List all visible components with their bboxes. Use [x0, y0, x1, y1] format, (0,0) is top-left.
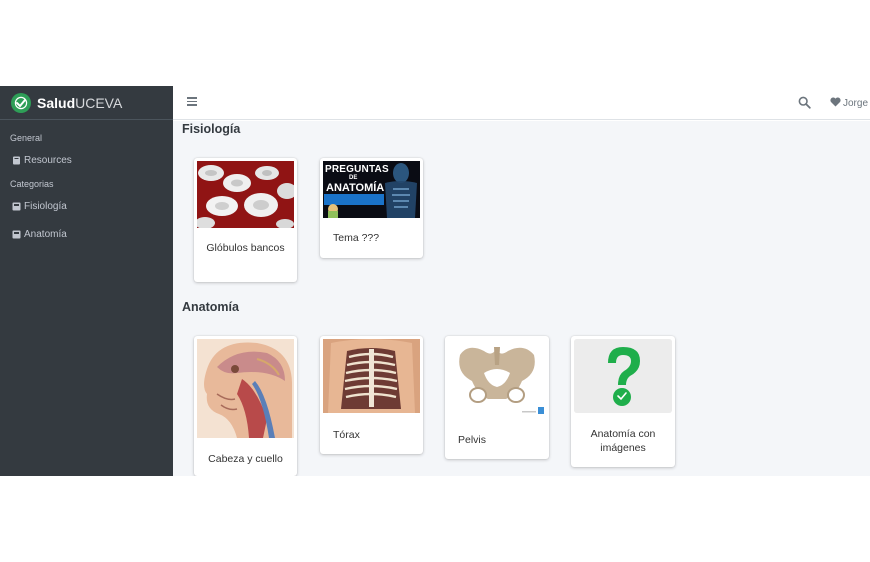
brand-name: SaludUCEVA [37, 95, 122, 111]
topbar: Jorge [173, 86, 870, 120]
thumb-text-2: DE [349, 175, 358, 181]
category-icon [12, 202, 21, 211]
sidebar-item-label: Resources [24, 154, 72, 166]
app-frame: SaludUCEVA General Resources Categorias … [0, 86, 870, 476]
card-thumbnail: PREGUNTAS DE ANATOMÍA [323, 161, 420, 218]
card-cabeza-y-cuello[interactable]: Cabeza y cuello [194, 336, 297, 476]
card-pelvis[interactable]: Pelvis [445, 336, 549, 459]
nav-header-general: General [10, 133, 43, 143]
book-icon [12, 156, 21, 165]
brand-name-rest: UCEVA [75, 94, 123, 111]
card-label: Glóbulos bancos [206, 242, 285, 254]
user-name: Jorge [843, 97, 869, 109]
section-title-anatomia: Anatomía [182, 300, 239, 314]
section-title-fisiologia: Fisiología [182, 122, 241, 136]
card-label: Tórax [333, 429, 360, 441]
card-label: Anatomía con imágenes [590, 428, 656, 454]
card-torax[interactable]: Tórax [320, 336, 423, 454]
card-label: Tema ??? [333, 232, 380, 244]
thumb-text-1: PREGUNTAS [325, 164, 389, 175]
brand-name-bold: Salud [37, 94, 76, 111]
thumb-text-3: ANATOMÍA [326, 182, 385, 194]
card-thumbnail [197, 161, 294, 228]
sidebar: SaludUCEVA General Resources Categorias … [0, 86, 173, 476]
category-icon [12, 230, 21, 239]
card-thumbnail [574, 339, 672, 413]
card-thumbnail [197, 339, 294, 438]
sidebar-item-anatomia[interactable]: Anatomía [0, 226, 173, 242]
card-label: Cabeza y cuello [208, 453, 283, 465]
blood-cells-image [197, 161, 294, 228]
brand-logo-icon [11, 92, 31, 113]
sidebar-item-resources[interactable]: Resources [0, 152, 173, 168]
question-mark-icon [574, 339, 672, 413]
sidebar-item-label: Fisiología [24, 200, 67, 212]
card-thumbnail [448, 339, 546, 418]
pelvis-image [448, 339, 546, 418]
card-tema[interactable]: PREGUNTAS DE ANATOMÍA Tema ??? [320, 158, 423, 258]
search-icon[interactable] [798, 96, 811, 109]
menu-toggle-icon[interactable] [187, 97, 197, 107]
card-globulos-bancos[interactable]: Glóbulos bancos [194, 158, 297, 282]
main-content: Fisiología Glóbulos bancos PREGUNTAS DE … [173, 121, 870, 476]
card-anatomia-con-imagenes[interactable]: Anatomía con imágenes [571, 336, 675, 467]
sidebar-item-label: Anatomía [24, 228, 67, 240]
nav-header-categorias: Categorias [10, 179, 54, 189]
brand[interactable]: SaludUCEVA [0, 86, 173, 120]
heart-icon [830, 96, 841, 110]
card-thumbnail [323, 339, 420, 413]
user-menu[interactable]: Jorge [830, 96, 868, 110]
thorax-image [323, 339, 420, 413]
head-neck-image [197, 339, 294, 438]
card-label: Pelvis [458, 434, 487, 446]
sidebar-item-fisiologia[interactable]: Fisiología [0, 198, 173, 214]
